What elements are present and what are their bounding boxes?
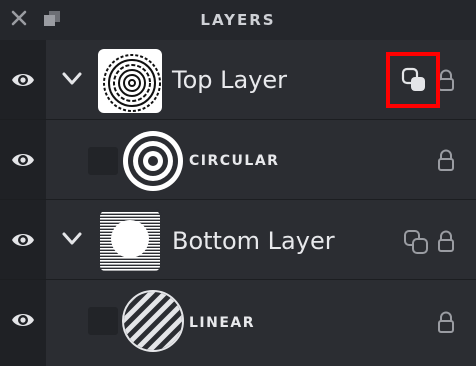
eye-icon[interactable] bbox=[11, 309, 35, 331]
layer-name[interactable]: Bottom Layer bbox=[172, 227, 335, 255]
layer-name[interactable]: CIRCULAR bbox=[189, 153, 279, 169]
layer-thumbnail-linear bbox=[122, 290, 184, 352]
layer-thumbnail-top bbox=[98, 49, 162, 113]
layer-name[interactable]: Top Layer bbox=[172, 66, 287, 94]
chevron-down-icon[interactable] bbox=[62, 231, 82, 247]
eye-icon[interactable] bbox=[11, 229, 35, 251]
panel-header: LAYERS bbox=[0, 0, 476, 40]
eye-icon[interactable] bbox=[11, 69, 35, 91]
layer-thumbnail-circular bbox=[123, 131, 183, 191]
clipping-mask-icon[interactable] bbox=[403, 229, 429, 255]
lock-icon[interactable] bbox=[437, 311, 455, 333]
layer-swatch bbox=[88, 307, 118, 335]
layer-row-circular[interactable]: CIRCULAR bbox=[0, 120, 476, 200]
panel-title: LAYERS bbox=[200, 11, 276, 29]
highlight-box bbox=[386, 52, 440, 108]
layer-swatch bbox=[88, 147, 118, 175]
eye-icon[interactable] bbox=[11, 149, 35, 171]
layers-panel: LAYERS Top Layer CIRCULAR Bottom Layer L… bbox=[0, 0, 476, 366]
lock-icon[interactable] bbox=[437, 230, 455, 252]
layer-name[interactable]: LINEAR bbox=[189, 315, 255, 331]
layer-thumbnail-bottom bbox=[98, 209, 162, 273]
lock-icon[interactable] bbox=[437, 149, 455, 171]
chevron-down-icon[interactable] bbox=[62, 71, 82, 87]
layer-row-linear[interactable]: LINEAR bbox=[0, 280, 476, 366]
layer-row-bottom-layer[interactable]: Bottom Layer bbox=[0, 200, 476, 280]
